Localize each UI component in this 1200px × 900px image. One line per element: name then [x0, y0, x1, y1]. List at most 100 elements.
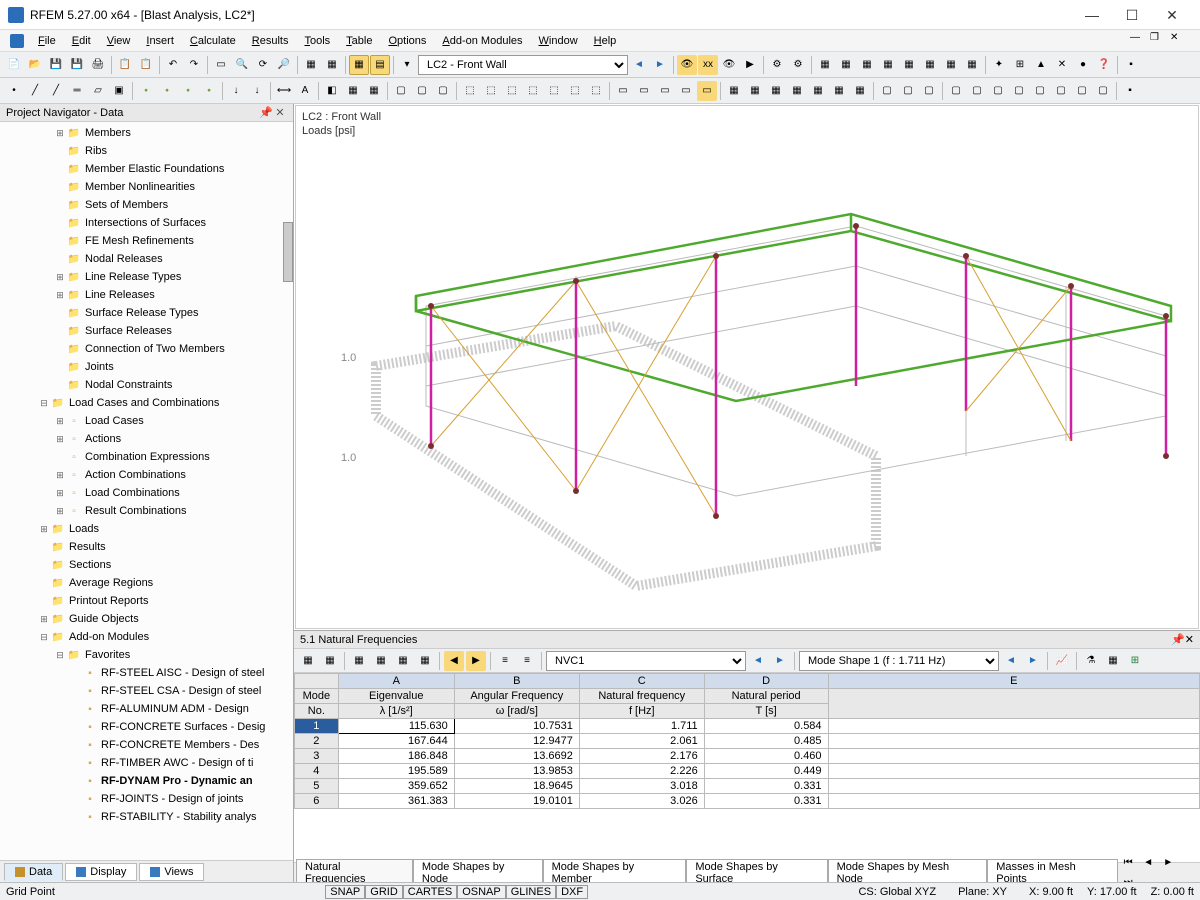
tab-prev[interactable]: ◄ [1138, 853, 1158, 873]
vis3-button[interactable]: ▦ [766, 81, 786, 101]
status-toggle-dxf[interactable]: DXF [556, 885, 588, 899]
section-button[interactable]: ✕ [1052, 55, 1072, 75]
cs5-button[interactable]: ▢ [1030, 81, 1050, 101]
maximize-button[interactable]: ☐ [1112, 1, 1152, 29]
ptb-filter[interactable]: ⚗ [1081, 651, 1101, 671]
menu-results[interactable]: Results [244, 33, 297, 49]
def-button[interactable]: 👁 [719, 55, 739, 75]
overflow-icon[interactable]: ▪ [1121, 55, 1141, 75]
menu-tools[interactable]: Tools [296, 33, 338, 49]
find-button[interactable]: 🔍 [232, 55, 252, 75]
tree-item[interactable]: ⊟📁Load Cases and Combinations [0, 394, 293, 412]
tree-item[interactable]: 📁Sections [0, 556, 293, 574]
status-toggle-osnap[interactable]: OSNAP [457, 885, 506, 899]
solid-button[interactable]: ▣ [109, 81, 129, 101]
tab-display[interactable]: Display [65, 863, 137, 881]
tree-item[interactable]: 📁Connection of Two Members [0, 340, 293, 358]
view-front-button[interactable]: ▦ [364, 81, 384, 101]
help-button[interactable]: ❓ [1094, 55, 1114, 75]
ptb7[interactable]: ◀ [444, 651, 464, 671]
ptb2[interactable]: ▦ [320, 651, 340, 671]
view1-button[interactable]: ▦ [349, 55, 369, 75]
panel-combo-mode[interactable]: Mode Shape 1 (f : 1.711 Hz) [799, 651, 999, 671]
status-toggle-cartes[interactable]: CARTES [403, 885, 457, 899]
ptb5[interactable]: ▦ [393, 651, 413, 671]
nl3-button[interactable]: ⬩ [178, 81, 198, 101]
ptb10[interactable]: ≡ [517, 651, 537, 671]
grid-button[interactable]: ⊞ [1010, 55, 1030, 75]
panel-tab[interactable]: Mode Shapes by Node [413, 859, 543, 883]
dim-button[interactable]: ⟷ [274, 81, 294, 101]
mdi-restore-button[interactable]: ❐ [1150, 32, 1170, 50]
tree-item[interactable]: 📁Member Elastic Foundations [0, 160, 293, 178]
ptb9[interactable]: ≡ [495, 651, 515, 671]
render1-button[interactable]: ▢ [391, 81, 411, 101]
tree-item[interactable]: ▪RF-STABILITY - Stability analys [0, 808, 293, 826]
tab-last[interactable]: ⏭ [1118, 873, 1138, 883]
ptb-graph[interactable]: 📈 [1052, 651, 1072, 671]
nl2-button[interactable]: ⬩ [157, 81, 177, 101]
vis2-button[interactable]: ▦ [745, 81, 765, 101]
tree-item[interactable]: 📁Joints [0, 358, 293, 376]
tree-item[interactable]: 📁Nodal Releases [0, 250, 293, 268]
tree-scrollbar[interactable] [283, 222, 293, 282]
ptb3[interactable]: ▦ [349, 651, 369, 671]
menu-window[interactable]: Window [531, 33, 586, 49]
sel1-button[interactable]: ▭ [613, 81, 633, 101]
select-button[interactable]: ▭ [211, 55, 231, 75]
tree-item[interactable]: ▪RF-TIMBER AWC - Design of ti [0, 754, 293, 772]
cs7-button[interactable]: ▢ [1072, 81, 1092, 101]
mode-prev[interactable]: ◄ [1001, 651, 1021, 671]
disp1-button[interactable]: ▢ [877, 81, 897, 101]
undo-button[interactable]: ↶ [163, 55, 183, 75]
mod6-button[interactable]: ▦ [920, 55, 940, 75]
tree-item[interactable]: 📁Ribs [0, 142, 293, 160]
panel-tab[interactable]: Natural Frequencies [296, 859, 413, 883]
navigator-tree[interactable]: ⊞📁Members📁Ribs📁Member Elastic Foundation… [0, 122, 293, 860]
cs4-button[interactable]: ▢ [1009, 81, 1029, 101]
print-button[interactable]: 🖨 [88, 55, 108, 75]
lc-prev-button[interactable]: ◄ [629, 55, 649, 75]
panel-tab[interactable]: Mode Shapes by Mesh Node [828, 859, 988, 883]
grp2-button[interactable]: ⬚ [481, 81, 501, 101]
open-button[interactable]: 📂 [25, 55, 45, 75]
sel2-button[interactable]: ▭ [634, 81, 654, 101]
panel-close-icon[interactable]: ✕ [1185, 633, 1194, 646]
sel3-button[interactable]: ▭ [655, 81, 675, 101]
tree-item[interactable]: ⊞📁Guide Objects [0, 610, 293, 628]
tree-item[interactable]: ▫Combination Expressions [0, 448, 293, 466]
cs6-button[interactable]: ▢ [1051, 81, 1071, 101]
tab-next[interactable]: ► [1158, 853, 1178, 873]
tree-item[interactable]: 📁Average Regions [0, 574, 293, 592]
mod1-button[interactable]: ▦ [815, 55, 835, 75]
disp2-button[interactable]: ▢ [898, 81, 918, 101]
panel-pin-icon[interactable]: 📌 [1171, 633, 1185, 646]
tree-item[interactable]: ▪RF-DYNAM Pro - Dynamic an [0, 772, 293, 790]
menu-table[interactable]: Table [338, 33, 380, 49]
tree-item[interactable]: ▪RF-STEEL AISC - Design of steel [0, 664, 293, 682]
lc-next-button[interactable]: ► [650, 55, 670, 75]
menu-insert[interactable]: Insert [138, 33, 182, 49]
grp3-button[interactable]: ⬚ [502, 81, 522, 101]
tree-item[interactable]: ▪RF-STEEL CSA - Design of steel [0, 682, 293, 700]
mod4-button[interactable]: ▦ [878, 55, 898, 75]
line2-button[interactable]: ╱ [46, 81, 66, 101]
vis6-button[interactable]: ▦ [829, 81, 849, 101]
nvc-next[interactable]: ► [770, 651, 790, 671]
tree-item[interactable]: 📁Printout Reports [0, 592, 293, 610]
tree-item[interactable]: ⊟📁Add-on Modules [0, 628, 293, 646]
grp7-button[interactable]: ⬚ [586, 81, 606, 101]
surface-button[interactable]: ▱ [88, 81, 108, 101]
navigator-pin-icon[interactable]: 📌 [259, 106, 273, 119]
tree-item[interactable]: 📁Sets of Members [0, 196, 293, 214]
refresh-button[interactable]: ⟳ [253, 55, 273, 75]
menu-options[interactable]: Options [380, 33, 434, 49]
disp3-button[interactable]: ▢ [919, 81, 939, 101]
mod5-button[interactable]: ▦ [899, 55, 919, 75]
minimize-button[interactable]: — [1072, 1, 1112, 29]
copy-button[interactable]: 📋 [115, 55, 135, 75]
calc2-button[interactable]: ⚙ [788, 55, 808, 75]
ptb1[interactable]: ▦ [298, 651, 318, 671]
menu-calculate[interactable]: Calculate [182, 33, 244, 49]
mod7-button[interactable]: ▦ [941, 55, 961, 75]
